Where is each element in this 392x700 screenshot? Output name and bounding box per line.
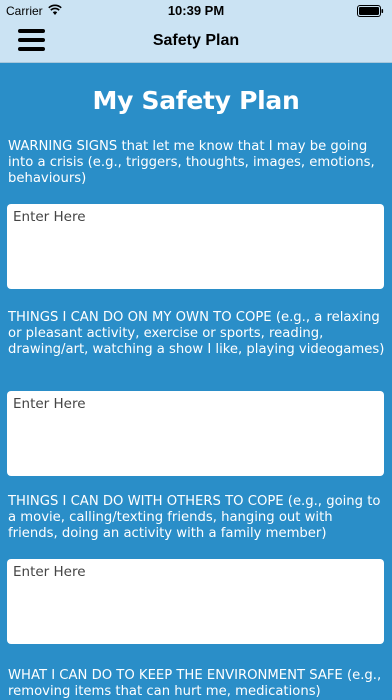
page-title: My Safety Plan [92, 86, 300, 115]
section-label-cope-with-others: THINGS I CAN DO WITH OTHERS TO COPE (e.g… [8, 494, 381, 541]
cope-with-others-input[interactable] [7, 559, 384, 644]
navigation-bar: Safety Plan [0, 22, 392, 63]
clock: 10:39 PM [167, 3, 225, 18]
section-label-warning-signs: WARNING SIGNS that let me know that I ma… [8, 139, 375, 186]
section-label-environment-safe: WHAT I CAN DO TO KEEP THE ENVIRONMENT SA… [8, 668, 382, 699]
section-label-cope-alone: THINGS I CAN DO ON MY OWN TO COPE (e.g.,… [8, 310, 385, 357]
cope-alone-input[interactable] [7, 391, 384, 476]
status-bar: Carrier 10:39 PM [0, 0, 392, 22]
battery-icon [357, 5, 384, 17]
warning-signs-input[interactable] [7, 204, 384, 289]
nav-title: Safety Plan [152, 32, 240, 49]
